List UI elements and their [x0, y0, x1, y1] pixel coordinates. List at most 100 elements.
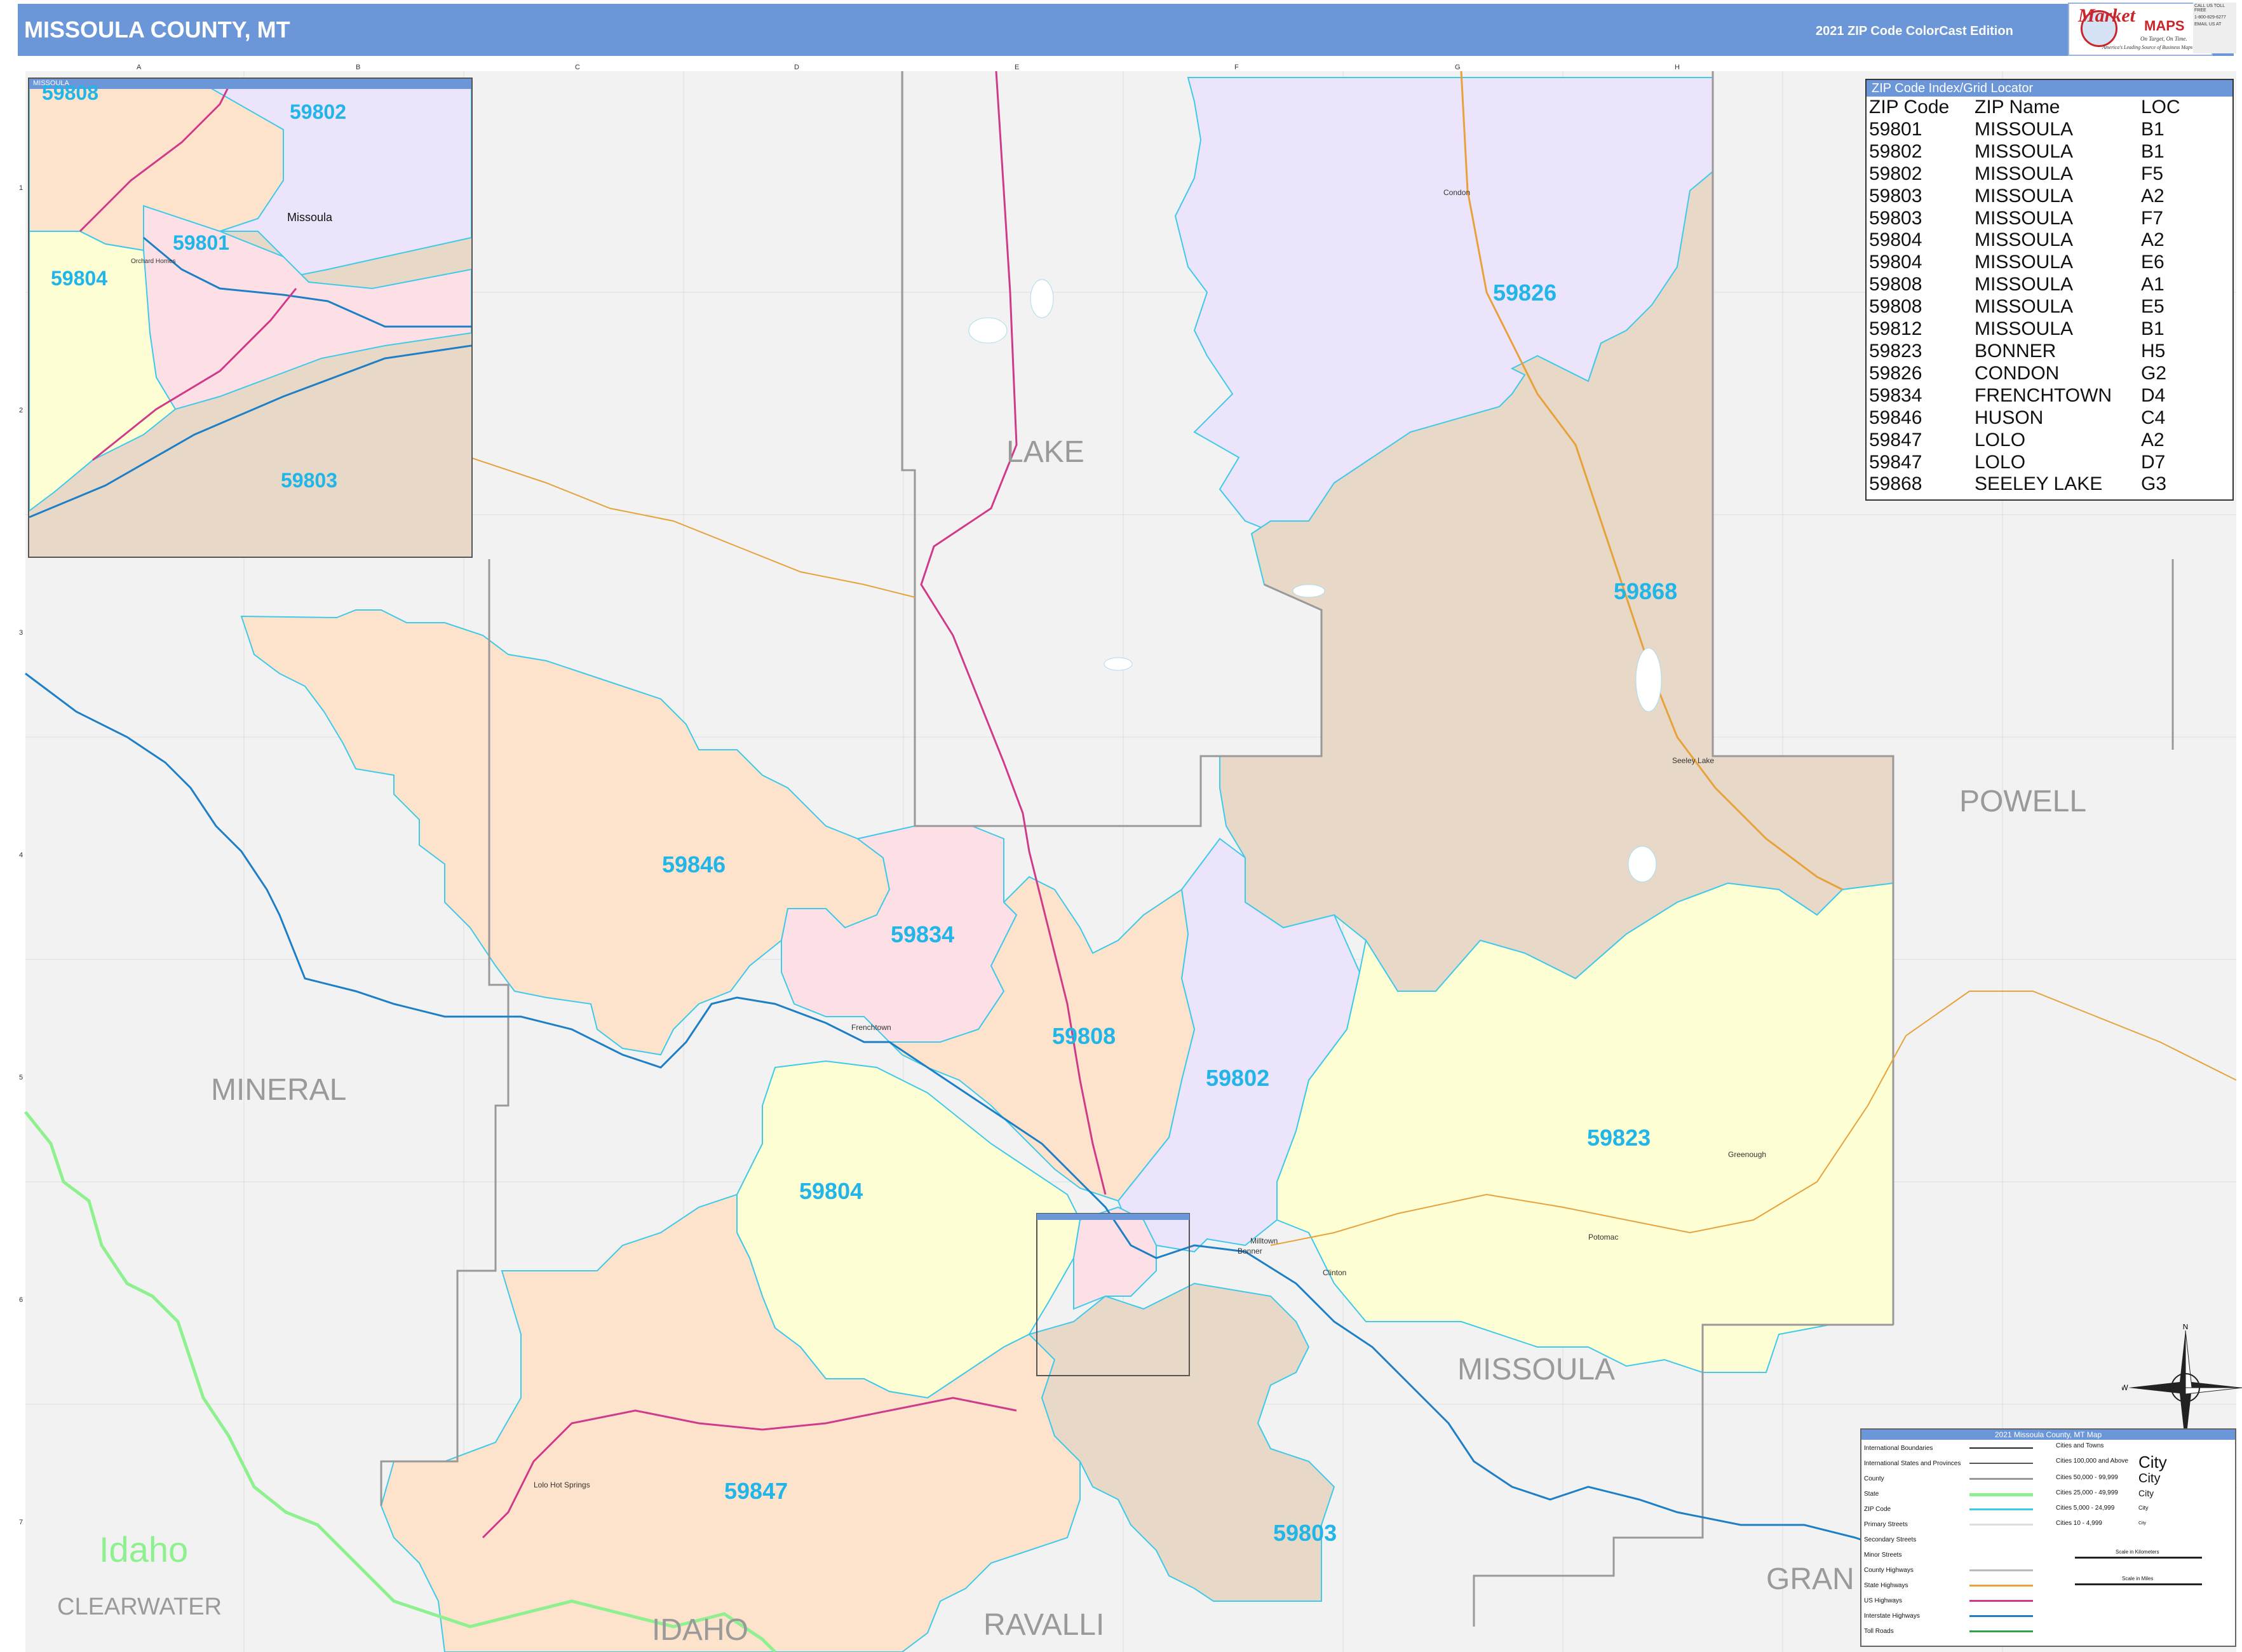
- town-label: Frenchtown: [851, 1023, 891, 1032]
- table-row: 59868 SEELEY LAKE G3: [1869, 473, 2180, 496]
- compass-n: N: [2183, 1324, 2189, 1331]
- zip-cell: 59868: [1869, 473, 1922, 495]
- town-label: Lolo Hot Springs: [534, 1480, 590, 1489]
- legend-city-sample: City: [2138, 1472, 2161, 1486]
- table-row: 59804 MISSOULA A2: [1869, 229, 2180, 252]
- legend-item: ZIP Code: [1864, 1506, 1891, 1513]
- legend-item: State Highways: [1864, 1582, 1908, 1589]
- inset-svg: [29, 79, 471, 557]
- county-label-clearwater: CLEARWATER: [57, 1594, 222, 1620]
- name-cell: HUSON: [1975, 407, 2044, 428]
- name-cell: MISSOULA: [1975, 318, 2074, 340]
- scale-miles-label: Scale in Miles: [2122, 1576, 2154, 1581]
- inset-locator-head: [1037, 1214, 1189, 1220]
- inset-zip-label: 59804: [51, 267, 107, 290]
- zip-label-59868: 59868: [1614, 578, 1678, 604]
- name-cell: CONDON: [1975, 362, 2060, 384]
- map-legend: 2021 Missoula County, MT Map Internation…: [1860, 1428, 2236, 1647]
- legend-item: Cities 100,000 and Above: [2056, 1458, 2128, 1465]
- legend-item: Cities and Towns: [2056, 1442, 2104, 1449]
- zip-cell: 59804: [1869, 229, 1922, 251]
- legend-city-sample: City: [2138, 1521, 2147, 1526]
- scale-km-bar: [2075, 1557, 2202, 1559]
- zip-cell: 59803: [1869, 185, 1922, 207]
- legend-item: Minor Streets: [1864, 1552, 1902, 1559]
- name-cell: MISSOULA: [1975, 118, 2074, 140]
- legend-item: International Boundaries: [1864, 1445, 1933, 1452]
- zip-label-59826: 59826: [1493, 280, 1557, 306]
- loc-cell: F7: [2141, 207, 2164, 229]
- zip-label-59804: 59804: [799, 1178, 863, 1204]
- legend-item: Cities 25,000 - 49,999: [2056, 1489, 2118, 1496]
- table-row: 59803 MISSOULA F7: [1869, 208, 2180, 230]
- name-cell: MISSOULA: [1975, 163, 2074, 184]
- loc-cell: E6: [2141, 252, 2164, 273]
- table-row: 59803 MISSOULA A2: [1869, 186, 2180, 208]
- legend-item: Cities 10 - 4,999: [2056, 1520, 2102, 1527]
- inset-zip-label: 59808: [42, 81, 98, 104]
- name-cell: FRENCHTOWN: [1975, 384, 2112, 406]
- town-label: Condon: [1443, 188, 1471, 197]
- loc-cell: A2: [2141, 185, 2164, 207]
- table-row: 59847 LOLO D7: [1869, 452, 2180, 474]
- inset-zip-label: 59803: [281, 469, 337, 492]
- compass-needle-highlight: [2185, 1330, 2192, 1388]
- name-cell: MISSOULA: [1975, 296, 2074, 318]
- inset-zip-label: 59801: [173, 231, 229, 254]
- zip-label-59802: 59802: [1206, 1065, 1270, 1091]
- legend-item: County Highways: [1864, 1567, 1914, 1574]
- loc-cell: E5: [2141, 296, 2164, 318]
- compass-w: W: [2122, 1383, 2128, 1392]
- loc-cell: A2: [2141, 229, 2164, 251]
- zip-cell: 59823: [1869, 340, 1922, 362]
- zip-code-index: ZIP Code Index/Grid Locator ZIP Code ZIP…: [1865, 79, 2234, 501]
- table-row: 59808 MISSOULA E5: [1869, 296, 2180, 318]
- name-cell: BONNER: [1975, 340, 2056, 362]
- legend-item: Cities 5,000 - 24,999: [2056, 1505, 2115, 1512]
- zip-cell: 59812: [1869, 318, 1922, 340]
- zip-cell: 59802: [1869, 140, 1922, 162]
- town-label: Bonner: [1238, 1247, 1262, 1256]
- county-label-idaho: IDAHO: [652, 1613, 749, 1647]
- loc-cell: A1: [2141, 274, 2164, 295]
- name-cell: MISSOULA: [1975, 274, 2074, 295]
- column-header: ZIP Code: [1869, 97, 1950, 118]
- zip-cell: 59846: [1869, 407, 1922, 428]
- legend-item: International States and Provinces: [1864, 1460, 1961, 1467]
- table-row: 59847 LOLO A2: [1869, 430, 2180, 452]
- state-label-idaho: Idaho: [99, 1529, 189, 1569]
- table-row: 59826 CONDON G2: [1869, 363, 2180, 385]
- legend-item: US Highways: [1864, 1597, 1903, 1604]
- loc-cell: B1: [2141, 140, 2164, 162]
- inset-zip-label: 59802: [290, 100, 346, 123]
- table-row: 59802 MISSOULA B1: [1869, 141, 2180, 163]
- legend-item: County: [1864, 1475, 1884, 1482]
- zip-cell: 59826: [1869, 362, 1922, 384]
- inset-town-label: Orchard Homes: [131, 258, 176, 265]
- table-row: 59834 FRENCHTOWN D4: [1869, 385, 2180, 407]
- legend-item: Cities 50,000 - 99,999: [2056, 1474, 2118, 1481]
- zip-label-59846: 59846: [662, 851, 726, 877]
- county-label-lake: LAKE: [1006, 435, 1084, 469]
- name-cell: LOLO: [1975, 451, 2026, 473]
- county-label-missoula: MISSOULA: [1457, 1353, 1616, 1386]
- county-label-powell: POWELL: [1959, 785, 2087, 818]
- zip-cell: 59834: [1869, 384, 1922, 406]
- table-row: 59823 BONNER H5: [1869, 341, 2180, 363]
- loc-cell: F5: [2141, 163, 2164, 184]
- loc-cell: B1: [2141, 318, 2164, 340]
- town-label: Potomac: [1588, 1233, 1619, 1242]
- name-cell: SEELEY LAKE: [1975, 473, 2103, 495]
- legend-item: Primary Streets: [1864, 1521, 1908, 1528]
- legend-city-sample: City: [2138, 1488, 2154, 1498]
- loc-cell: G3: [2141, 473, 2167, 495]
- zip-label-59803: 59803: [1273, 1520, 1337, 1546]
- legend-title: 2021 Missoula County, MT Map: [1861, 1430, 2235, 1440]
- loc-cell: D4: [2141, 384, 2166, 406]
- scale-miles-bar: [2075, 1583, 2202, 1585]
- town-label: Seeley Lake: [1672, 756, 1715, 765]
- zip-cell: 59808: [1869, 296, 1922, 318]
- zip-cell: 59801: [1869, 118, 1922, 140]
- zip-cell: 59847: [1869, 429, 1922, 450]
- legend-city-sample: City: [2138, 1452, 2167, 1472]
